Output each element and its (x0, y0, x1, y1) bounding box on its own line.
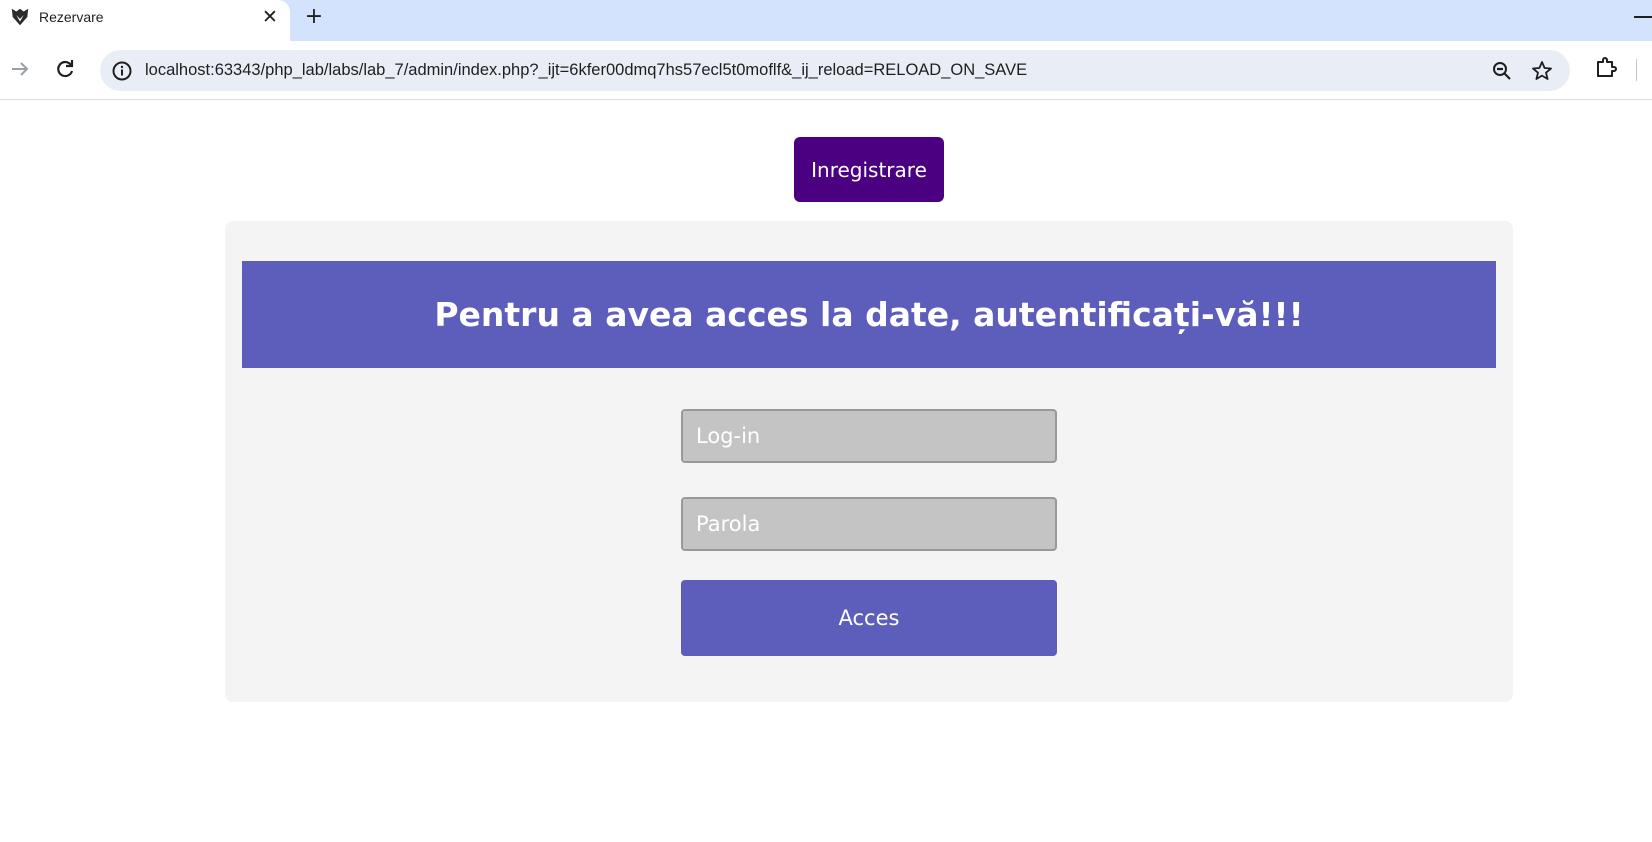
tab-title: Rezervare (39, 9, 104, 25)
browser-toolbar: localhost:63343/php_lab/labs/lab_7/admin… (0, 41, 1652, 100)
zoom-out-icon[interactable] (1490, 59, 1514, 83)
password-input[interactable] (681, 497, 1057, 551)
tab-close-icon[interactable]: ✕ (258, 5, 282, 29)
login-banner: Pentru a avea acces la date, autentifica… (242, 261, 1496, 368)
reload-icon[interactable] (51, 55, 79, 83)
window-minimize-icon[interactable] (1634, 16, 1652, 18)
page-heading: Pentru a avea acces la date, autentifica… (434, 295, 1304, 334)
browser-tabstrip: Rezervare ✕ + (0, 0, 1652, 41)
login-input[interactable] (681, 409, 1057, 463)
extensions-puzzle-icon[interactable] (1593, 54, 1619, 80)
login-card: Pentru a avea acces la date, autentifica… (225, 221, 1513, 702)
access-button[interactable]: Acces (681, 580, 1057, 656)
bookmark-star-icon[interactable] (1530, 59, 1554, 83)
new-tab-icon[interactable]: + (302, 5, 326, 29)
site-info-icon[interactable] (110, 59, 134, 83)
url-text[interactable]: localhost:63343/php_lab/labs/lab_7/admin… (145, 61, 1027, 80)
browser-tab-active[interactable]: Rezervare ✕ (0, 0, 290, 41)
app-favicon-icon (11, 8, 29, 26)
toolbar-divider (1636, 59, 1637, 81)
register-button[interactable]: Inregistrare (794, 137, 944, 202)
forward-arrow-icon[interactable] (6, 55, 34, 83)
address-bar[interactable]: localhost:63343/php_lab/labs/lab_7/admin… (100, 50, 1570, 91)
